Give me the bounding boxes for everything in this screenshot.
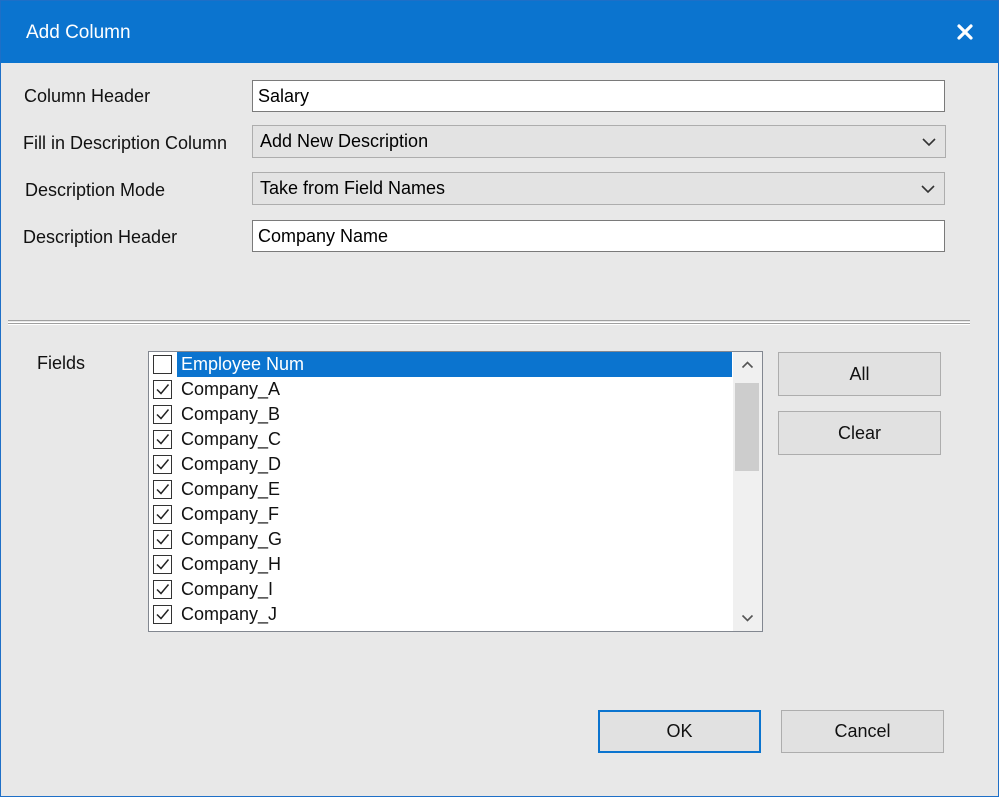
ok-button[interactable]: OK <box>598 710 761 753</box>
list-item[interactable]: Company_D <box>149 452 732 477</box>
list-item[interactable]: Company_F <box>149 502 732 527</box>
description-mode-label: Description Mode <box>25 180 166 200</box>
fill-description-label: Fill in Description Column <box>23 133 228 153</box>
checkmark-icon <box>156 384 170 395</box>
chevron-up-icon <box>741 361 754 369</box>
title-bar[interactable]: Add Column <box>1 1 998 63</box>
description-header-label: Description Header <box>23 227 178 247</box>
add-column-dialog: Add Column Column Header Fill in Descrip… <box>0 0 999 797</box>
field-label: Company_F <box>181 504 280 524</box>
fields-list: Employee Num Company_A Company_B Company_C C… <box>149 352 732 627</box>
checkmark-icon <box>156 509 170 520</box>
description-mode-dropdown[interactable]: Take from Field Names <box>252 172 945 205</box>
checkmark-icon <box>156 559 170 570</box>
chevron-down-icon <box>921 185 935 194</box>
chevron-down-icon <box>741 614 754 622</box>
field-label: Company_B <box>181 404 281 424</box>
list-item[interactable]: Employee Num <box>149 352 732 377</box>
column-header-label: Column Header <box>24 86 151 106</box>
list-item[interactable]: Company_J <box>149 602 732 627</box>
fill-description-value: Add New Description <box>260 131 429 151</box>
chevron-down-icon <box>922 138 936 147</box>
checkmark-icon <box>156 609 170 620</box>
field-checkbox[interactable] <box>153 505 172 524</box>
field-checkbox[interactable] <box>153 530 172 549</box>
scroll-thumb[interactable] <box>735 383 759 471</box>
close-button[interactable] <box>950 17 980 47</box>
select-all-button[interactable]: All <box>778 352 941 396</box>
cancel-button[interactable]: Cancel <box>781 710 944 753</box>
field-checkbox[interactable] <box>153 355 172 374</box>
field-checkbox[interactable] <box>153 380 172 399</box>
field-checkbox[interactable] <box>153 580 172 599</box>
column-header-input[interactable] <box>252 80 945 112</box>
field-checkbox[interactable] <box>153 555 172 574</box>
field-checkbox[interactable] <box>153 455 172 474</box>
fields-label: Fields <box>37 353 86 373</box>
field-label: Company_C <box>181 429 282 449</box>
field-label: Company_J <box>181 604 278 624</box>
separator <box>8 320 970 325</box>
field-label: Company_E <box>181 479 281 499</box>
field-label: Company_A <box>181 379 281 399</box>
field-checkbox[interactable] <box>153 430 172 449</box>
description-header-input[interactable] <box>252 220 945 252</box>
checkmark-icon <box>156 584 170 595</box>
list-item[interactable]: Company_I <box>149 577 732 602</box>
list-item[interactable]: Company_A <box>149 377 732 402</box>
list-item[interactable]: Company_E <box>149 477 732 502</box>
list-scrollbar[interactable] <box>733 352 762 631</box>
field-checkbox[interactable] <box>153 480 172 499</box>
list-item[interactable]: Company_C <box>149 427 732 452</box>
field-label: Employee Num <box>177 352 732 377</box>
list-item[interactable]: Company_H <box>149 552 732 577</box>
field-label: Company_G <box>181 529 283 549</box>
dialog-title: Add Column <box>26 22 131 43</box>
checkmark-icon <box>156 534 170 545</box>
field-label: Company_I <box>181 579 274 599</box>
list-item[interactable]: Company_G <box>149 527 732 552</box>
checkmark-icon <box>156 434 170 445</box>
field-label: Company_D <box>181 454 282 474</box>
list-item[interactable]: Company_B <box>149 402 732 427</box>
field-checkbox[interactable] <box>153 405 172 424</box>
field-label: Company_H <box>181 554 282 574</box>
checkmark-icon <box>156 484 170 495</box>
clear-button[interactable]: Clear <box>778 411 941 455</box>
fill-description-dropdown[interactable]: Add New Description <box>252 125 946 158</box>
checkmark-icon <box>156 459 170 470</box>
scroll-up-button[interactable] <box>733 352 762 378</box>
fields-checklist[interactable]: Employee Num Company_A Company_B Company_C C… <box>148 351 763 632</box>
field-checkbox[interactable] <box>153 605 172 624</box>
close-icon <box>957 24 973 40</box>
checkmark-icon <box>156 409 170 420</box>
scroll-down-button[interactable] <box>733 605 762 631</box>
description-mode-value: Take from Field Names <box>260 178 446 198</box>
